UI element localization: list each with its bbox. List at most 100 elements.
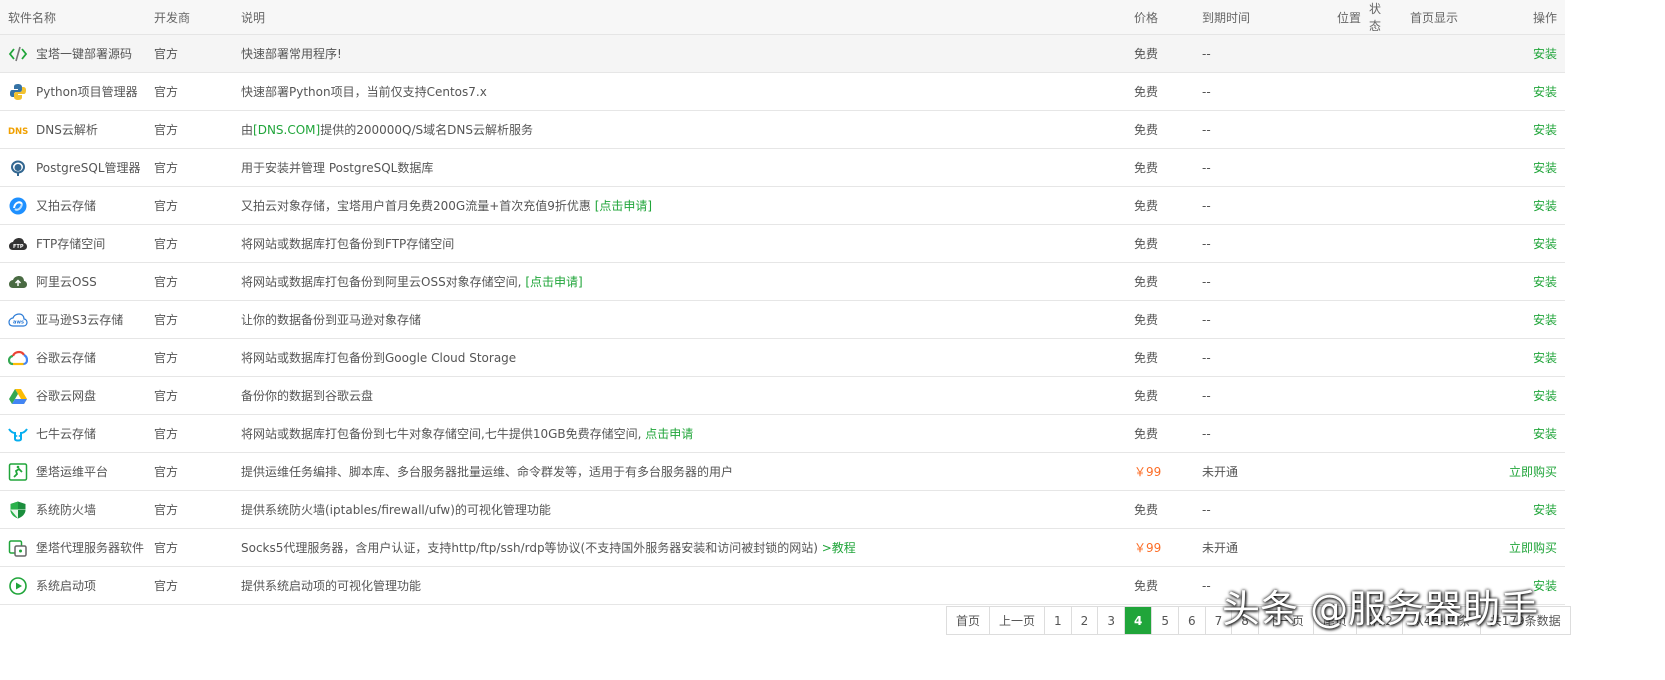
cell-desc: 用于安装并管理 PostgreSQL数据库 [241,148,1134,187]
software-name: 宝塔一键部署源码 [36,47,133,61]
desc-text: 提供系统防火墙(iptables/firewall/ufw)的可视化管理功能 [241,503,551,517]
install-button[interactable]: 安装 [1533,237,1557,251]
install-button[interactable]: 安装 [1533,389,1557,403]
cell-expire: -- [1202,490,1315,529]
cell-expire: -- [1202,376,1315,415]
table-row: 堡塔运维平台 官方 提供运维任务编排、脚本库、多台服务器批量运维、命令群发等，适… [0,452,1565,491]
cell-op: 安装 [1465,148,1565,187]
cell-developer: 官方 [154,186,241,225]
install-button[interactable]: 安装 [1533,161,1557,175]
install-button[interactable]: 安装 [1533,47,1557,61]
page-number[interactable]: 6 [1179,607,1206,634]
table-row: DNS DNS云解析 官方 由[DNS.COM]提供的200000Q/S域名DN… [0,110,1565,149]
col-header-name[interactable]: 软件名称 [0,0,154,35]
cell-op: 安装 [1465,376,1565,415]
install-button[interactable]: 安装 [1533,85,1557,99]
cell-home [1390,186,1465,225]
cell-developer: 官方 [154,300,241,339]
cell-name: 阿里云OSS [0,262,154,301]
buy-now-button[interactable]: 立即购买 [1509,465,1557,479]
page-number[interactable]: 3 [1098,607,1125,634]
cell-expire: -- [1202,148,1315,187]
install-button[interactable]: 安装 [1533,351,1557,365]
cell-desc: 提供系统防火墙(iptables/firewall/ufw)的可视化管理功能 [241,490,1134,529]
table-row: PostgreSQL管理器 官方 用于安装并管理 PostgreSQL数据库 免… [0,148,1565,187]
page-number: 4 [1124,607,1153,634]
install-button[interactable]: 安装 [1533,313,1557,327]
cell-expire: -- [1202,338,1315,377]
desc-text: 将网站或数据库打包备份到FTP存储空间 [241,237,455,251]
cell-op: 安装 [1465,34,1565,73]
proxy-server-icon [8,538,28,558]
cell-status [1365,414,1390,453]
page-number[interactable]: 1 [1045,607,1072,634]
cell-desc: 让你的数据备份到亚马逊对象存储 [241,300,1134,339]
desc-link[interactable]: [点击申请] [595,199,652,213]
postgresql-icon [8,158,28,178]
cell-position [1315,148,1365,187]
desc-link[interactable]: [DNS.COM] [253,123,320,137]
table-row: 谷歌云网盘 官方 备份你的数据到谷歌云盘 免费 -- 安装 [0,376,1565,415]
cell-price: 免费 [1134,224,1202,263]
buy-now-button[interactable]: 立即购买 [1509,541,1557,555]
cell-home [1390,376,1465,415]
desc-link[interactable]: >教程 [822,541,856,555]
software-table: 软件名称 开发商 说明 价格 到期时间 位置 状态 首页显示 操作 宝塔一键部署… [0,0,1565,605]
cell-desc: 将网站或数据库打包备份到阿里云OSS对象存储空间, [点击申请] [241,262,1134,301]
cell-position [1315,224,1365,263]
cell-home [1390,414,1465,453]
cell-price: 免费 [1134,566,1202,605]
cell-developer: 官方 [154,566,241,605]
cell-price: ￥99 [1134,528,1202,567]
google-drive-icon [8,386,28,406]
ftp-cloud-icon: FTP [8,234,28,254]
cell-price: 免费 [1134,72,1202,111]
cell-expire: -- [1202,34,1315,73]
cell-name: 堡塔代理服务器软件 [0,528,154,567]
cell-price: 免费 [1134,186,1202,225]
desc-text: 将网站或数据库打包备份到阿里云OSS对象存储空间, [241,275,526,289]
install-button[interactable]: 安装 [1533,199,1557,213]
table-row: FTP FTP存储空间 官方 将网站或数据库打包备份到FTP存储空间 免费 --… [0,224,1565,263]
cell-op: 安装 [1465,110,1565,149]
col-header-price[interactable]: 价格 [1134,0,1202,35]
cell-status [1365,490,1390,529]
firewall-shield-icon [8,500,28,520]
desc-link[interactable]: [点击申请] [525,275,582,289]
install-button[interactable]: 安装 [1533,503,1557,517]
cell-op: 立即购买 [1465,528,1565,567]
cell-price: 免费 [1134,376,1202,415]
install-button[interactable]: 安装 [1533,123,1557,137]
cell-home [1390,490,1465,529]
pager-item[interactable]: 首页 [947,607,991,634]
cell-desc: 将网站或数据库打包备份到FTP存储空间 [241,224,1134,263]
cell-developer: 官方 [154,528,241,567]
play-circle-icon [8,576,28,596]
cell-op: 安装 [1465,224,1565,263]
desc-link[interactable]: 点击申请 [645,427,693,441]
cell-developer: 官方 [154,34,241,73]
col-header-position: 位置 [1315,0,1365,35]
install-button[interactable]: 安装 [1533,427,1557,441]
desc-text: Socks5代理服务器，含用户认证，支持http/ftp/ssh/rdp等协议(… [241,541,822,555]
table-row: 谷歌云存储 官方 将网站或数据库打包备份到Google Cloud Storag… [0,338,1565,377]
cell-position [1315,34,1365,73]
svg-text:aws: aws [13,319,24,325]
desc-text: 备份你的数据到谷歌云盘 [241,389,374,403]
table-row: 宝塔一键部署源码 官方 快速部署常用程序! 免费 -- 安装 [0,34,1565,73]
install-button[interactable]: 安装 [1533,275,1557,289]
pager-item[interactable]: 上一页 [990,607,1046,634]
cell-developer: 官方 [154,224,241,263]
page-number[interactable]: 5 [1152,607,1179,634]
cell-status [1365,528,1390,567]
cell-name: Python项目管理器 [0,72,154,111]
cell-expire: -- [1202,186,1315,225]
software-name: 系统启动项 [36,579,97,593]
cell-op: 安装 [1465,338,1565,377]
page-number[interactable]: 2 [1072,607,1099,634]
cell-name: 系统启动项 [0,566,154,605]
cell-home [1390,224,1465,263]
python-icon [8,82,28,102]
cell-name: 七牛云存储 [0,414,154,453]
col-header-expire[interactable]: 到期时间 [1202,0,1315,35]
